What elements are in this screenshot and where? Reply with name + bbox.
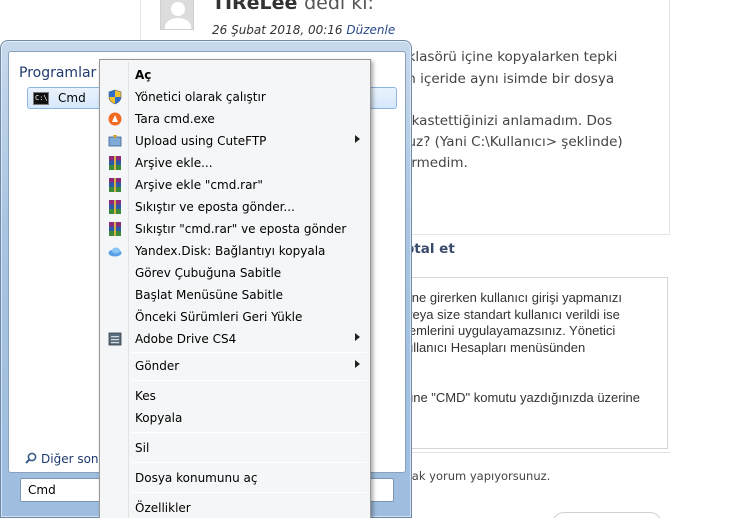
menu-item-run-as-admin[interactable]: Yönetici olarak çalıştır (102, 86, 368, 108)
menu-item-label: Görev Çubuğuna Sabitle (135, 266, 282, 280)
edit-link[interactable]: Düzenle (346, 23, 395, 37)
cmd-icon: C:\ (33, 92, 49, 105)
menu-item-restore-versions[interactable]: Önceki Sürümleri Geri Yükle (102, 306, 368, 328)
menu-item-label: Özellikler (135, 501, 191, 515)
menu-item-label: Tara cmd.exe (135, 112, 215, 126)
menu-item-properties[interactable]: Özellikler (102, 497, 368, 518)
menu-item-label: Kes (135, 389, 156, 403)
reply-line: ullanıcı Hesapları menüsünden (406, 340, 586, 355)
menu-item-label: Önceki Sürümleri Geri Yükle (135, 310, 303, 324)
menu-separator (131, 462, 367, 463)
menu-item-label: Gönder (135, 359, 180, 373)
winrar-icon (109, 222, 121, 236)
menu-item-open[interactable]: Aç (102, 64, 368, 86)
author-said: dedi ki: (304, 0, 374, 14)
comment-line: nuz? (Yani C:\Kullanıcı> şeklinde) (399, 134, 623, 150)
reply-textarea[interactable]: line girerken kullanıcı girişi yapmanızı… (400, 277, 668, 449)
menu-item-cuteftp[interactable]: Upload using CuteFTP (102, 130, 368, 152)
program-item-label: Cmd (58, 91, 86, 105)
yandex-disk-icon (108, 247, 122, 257)
submit-button[interactable] (552, 512, 662, 518)
comment-line: en içeride aynı isimde bir dosya (399, 71, 615, 87)
menu-separator (131, 492, 367, 493)
reply-line: line girerken kullanıcı girişi yapmanızı (406, 290, 623, 305)
menu-item-label: Yönetici olarak çalıştır (135, 90, 266, 104)
submenu-arrow-icon (355, 333, 360, 341)
menu-item-copy[interactable]: Kopyala (102, 407, 368, 429)
menu-item-yandex-disk[interactable]: Yandex.Disk: Bağlantıyı kopyala (102, 240, 368, 262)
menu-item-label: Dosya konumunu aç (135, 471, 258, 485)
reply-line: veya size standart kullanıcı verildi ise (406, 307, 620, 322)
adobe-drive-icon (108, 332, 122, 346)
winrar-icon (109, 156, 121, 170)
menu-item-label: Arşive ekle... (135, 156, 213, 170)
comment-line: . klasörü içine kopyalarken tepki (399, 49, 618, 65)
menu-separator (131, 432, 367, 433)
date-text[interactable]: 26 Şubat 2018, 00:16 (212, 23, 343, 37)
menu-item-label: Kopyala (135, 411, 183, 425)
context-menu: Aç Yönetici olarak çalıştır Tara cmd.exe… (99, 59, 371, 518)
comment-line: e kastettiğinizi anlamadım. Dos (399, 113, 613, 129)
menu-item-label: Sıkıştır "cmd.rar" ve eposta gönder (135, 222, 347, 236)
comment-author: TİReLee dedi ki: (212, 0, 374, 14)
logged-in-text: arak yorum yapıyorsunuz. (400, 469, 551, 483)
menu-item-label: Arşive ekle "cmd.rar" (135, 178, 263, 192)
menu-item-label: Sıkıştır ve eposta gönder... (135, 200, 295, 214)
programs-heading: Programlar ( (19, 65, 107, 81)
menu-item-add-archive[interactable]: Arşive ekle... (102, 152, 368, 174)
reply-line: lemlerini uygulayamazsınız. Yönetici (406, 323, 616, 338)
menu-item-label: Sil (135, 441, 150, 455)
search-value: Cmd (28, 483, 56, 497)
menu-item-label: Yandex.Disk: Bağlantıyı kopyala (135, 244, 326, 258)
menu-item-adobe-drive[interactable]: Adobe Drive CS4 (102, 328, 368, 350)
menu-item-scan[interactable]: Tara cmd.exe (102, 108, 368, 130)
menu-separator (131, 380, 367, 381)
cuteftp-icon (108, 135, 122, 147)
submenu-arrow-icon (355, 135, 360, 143)
magnifier-icon (25, 452, 37, 464)
menu-separator (131, 352, 367, 353)
menu-item-compress-email[interactable]: Sıkıştır ve eposta gönder... (102, 196, 368, 218)
comment-date: 26 Şubat 2018, 00:16 Düzenle (212, 23, 395, 37)
menu-item-cut[interactable]: Kes (102, 385, 368, 407)
avast-icon (108, 112, 122, 126)
menu-item-add-cmd-rar[interactable]: Arşive ekle "cmd.rar" (102, 174, 368, 196)
menu-item-label: Başlat Menüsüne Sabitle (135, 288, 283, 302)
avatar (160, 0, 194, 30)
menu-item-delete[interactable]: Sil (102, 437, 368, 459)
uac-shield-icon (108, 89, 122, 105)
divider (370, 452, 670, 453)
menu-item-open-file-location[interactable]: Dosya konumunu aç (102, 467, 368, 489)
winrar-icon (109, 200, 121, 214)
menu-item-pin-taskbar[interactable]: Görev Çubuğuna Sabitle (102, 262, 368, 284)
menu-item-pin-start[interactable]: Başlat Menüsüne Sabitle (102, 284, 368, 306)
reply-line: üne "CMD" komutu yazdığınızda üzerine (406, 390, 640, 405)
menu-item-send-to[interactable]: Gönder (102, 355, 368, 377)
submenu-arrow-icon (355, 360, 360, 368)
menu-item-label: Adobe Drive CS4 (135, 332, 237, 346)
menu-item-label: Upload using CuteFTP (135, 134, 267, 148)
menu-item-label: Aç (135, 68, 152, 82)
menu-item-compress-cmd-rar-email[interactable]: Sıkıştır "cmd.rar" ve eposta gönder (102, 218, 368, 240)
author-name[interactable]: TİReLee (212, 0, 297, 14)
winrar-icon (109, 178, 121, 192)
